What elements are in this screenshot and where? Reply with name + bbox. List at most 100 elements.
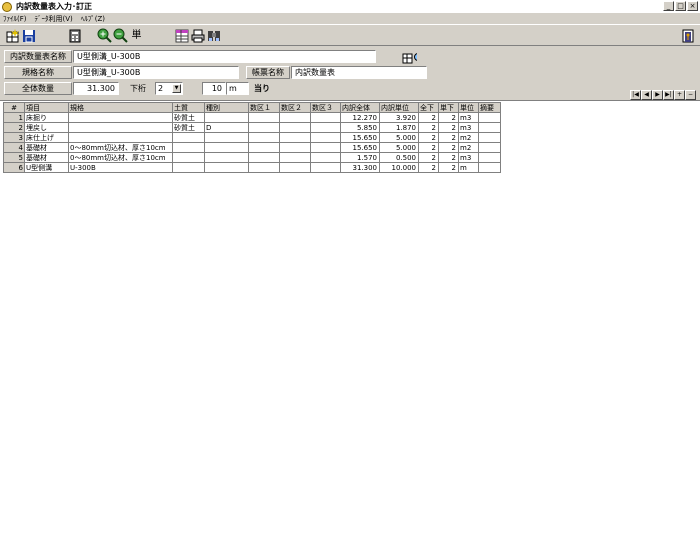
col-header-item[interactable]: 項目 <box>24 102 69 113</box>
first-record-button[interactable]: |◀ <box>630 90 641 100</box>
cell-class3[interactable] <box>310 132 341 143</box>
col-header-total-decimal[interactable]: 全下 <box>418 102 439 113</box>
cell-unit[interactable]: m3 <box>458 112 479 123</box>
col-header-class1[interactable]: 数区１ <box>248 102 280 113</box>
cell-class1[interactable] <box>248 142 280 153</box>
cell-unit-decimal[interactable]: 2 <box>438 112 459 123</box>
cell-class1[interactable] <box>248 162 280 173</box>
new-table-icon[interactable] <box>5 28 20 43</box>
cell-kind[interactable] <box>204 162 249 173</box>
cell-item[interactable]: 床仕上げ <box>24 132 69 143</box>
row-number[interactable]: 4 <box>3 142 25 153</box>
cell-unit[interactable]: m3 <box>458 122 479 133</box>
cell-kind[interactable] <box>204 112 249 123</box>
exit-door-icon[interactable] <box>680 28 695 43</box>
calculator-icon[interactable] <box>67 28 82 43</box>
cell-class1[interactable] <box>248 132 280 143</box>
row-number[interactable]: 1 <box>3 112 25 123</box>
cell-unit-qty[interactable]: 0.500 <box>379 152 419 163</box>
cell-note[interactable] <box>478 132 501 143</box>
cell-soil[interactable]: 砂質土 <box>172 122 205 133</box>
spec-name-field[interactable]: U型側溝_U-300B <box>73 66 239 79</box>
cell-total-decimal[interactable]: 2 <box>418 162 439 173</box>
cell-unit[interactable]: m2 <box>458 132 479 143</box>
maximize-button[interactable]: □ <box>675 1 686 11</box>
cell-note[interactable] <box>478 112 501 123</box>
cell-note[interactable] <box>478 122 501 133</box>
row-number[interactable]: 6 <box>3 162 25 173</box>
cell-class3[interactable] <box>310 162 341 173</box>
col-header-spec[interactable]: 規格 <box>68 102 173 113</box>
table-row[interactable]: 4 基礎材 0～80mm切込材、厚さ10cm 15.650 5.000 2 2 … <box>3 142 501 153</box>
minimize-button[interactable]: _ <box>663 1 674 11</box>
cell-unit-decimal[interactable]: 2 <box>438 122 459 133</box>
cell-item[interactable]: U型側溝 <box>24 162 69 173</box>
table-row[interactable]: 3 床仕上げ 15.650 5.000 2 2 m2 <box>3 132 501 143</box>
cell-item[interactable]: 床掘り <box>24 112 69 123</box>
cell-note[interactable] <box>478 142 501 153</box>
col-header-unit-decimal[interactable]: 単下 <box>438 102 459 113</box>
cell-unit-decimal[interactable]: 2 <box>438 132 459 143</box>
table-row[interactable]: 5 基礎材 0～80mm切込材、厚さ10cm 1.570 0.500 2 2 m… <box>3 152 501 163</box>
cell-class3[interactable] <box>310 142 341 153</box>
col-header-unit[interactable]: 単位 <box>458 102 479 113</box>
cell-total[interactable]: 12.270 <box>340 112 380 123</box>
zoom-out-icon[interactable] <box>113 28 128 43</box>
col-header-note[interactable]: 摘要 <box>478 102 501 113</box>
form-name-field[interactable]: 内訳数量表 <box>291 66 427 79</box>
prev-record-button[interactable]: ◀ <box>641 90 652 100</box>
cell-unit-decimal[interactable]: 2 <box>438 152 459 163</box>
cell-class2[interactable] <box>279 152 311 163</box>
add-record-button[interactable]: + <box>674 90 685 100</box>
table-row[interactable]: 6 U型側溝 U-300B 31.300 10.000 2 2 m <box>3 162 501 173</box>
cell-total-decimal[interactable]: 2 <box>418 132 439 143</box>
cell-class3[interactable] <box>310 152 341 163</box>
delete-record-button[interactable]: − <box>685 90 696 100</box>
binoculars-icon[interactable] <box>206 28 221 43</box>
cell-unit-decimal[interactable]: 2 <box>438 142 459 153</box>
close-button[interactable]: × <box>687 1 698 11</box>
col-header-class2[interactable]: 数区２ <box>279 102 311 113</box>
cell-total-decimal[interactable]: 2 <box>418 112 439 123</box>
col-header-soil[interactable]: 土質 <box>172 102 205 113</box>
menu-file[interactable]: ﾌｧｲﾙ(F) <box>3 14 27 24</box>
table-name-field[interactable]: U型側溝_U-300B <box>73 50 376 63</box>
col-header-number[interactable]: # <box>3 102 25 113</box>
next-record-button[interactable]: ▶ <box>652 90 663 100</box>
last-record-button[interactable]: ▶| <box>663 90 674 100</box>
cell-soil[interactable] <box>172 162 205 173</box>
cell-unit-qty[interactable]: 3.920 <box>379 112 419 123</box>
cell-spec[interactable]: 0～80mm切込材、厚さ10cm <box>68 142 173 153</box>
col-header-class3[interactable]: 数区３ <box>310 102 341 113</box>
cell-spec[interactable] <box>68 112 173 123</box>
row-number[interactable]: 3 <box>3 132 25 143</box>
cell-class1[interactable] <box>248 112 280 123</box>
cell-class2[interactable] <box>279 162 311 173</box>
table-search-icon[interactable] <box>402 50 417 65</box>
cell-item[interactable]: 埋戻し <box>24 122 69 133</box>
col-header-unit-qty[interactable]: 内訳単位 <box>379 102 419 113</box>
cell-unit[interactable]: m <box>458 162 479 173</box>
cell-total[interactable]: 31.300 <box>340 162 380 173</box>
cell-unit[interactable]: m2 <box>458 142 479 153</box>
cell-note[interactable] <box>478 162 501 173</box>
cell-soil[interactable] <box>172 142 205 153</box>
cell-soil[interactable]: 砂質土 <box>172 112 205 123</box>
cell-unit-qty[interactable]: 10.000 <box>379 162 419 173</box>
col-header-total[interactable]: 内訳全体 <box>340 102 380 113</box>
total-quantity-field[interactable]: 31.300 <box>73 82 119 95</box>
cell-spec[interactable] <box>68 132 173 143</box>
table-row[interactable]: 1 床掘り 砂質土 12.270 3.920 2 2 m3 <box>3 112 501 123</box>
cell-unit-qty[interactable]: 5.000 <box>379 142 419 153</box>
cell-kind[interactable]: D <box>204 122 249 133</box>
cell-kind[interactable] <box>204 132 249 143</box>
per-unit-field[interactable]: m <box>226 82 249 95</box>
row-number[interactable]: 2 <box>3 122 25 133</box>
cell-class1[interactable] <box>248 122 280 133</box>
table-row[interactable]: 2 埋戻し 砂質土 D 5.850 1.870 2 2 m3 <box>3 122 501 133</box>
cell-kind[interactable] <box>204 152 249 163</box>
cell-item[interactable]: 基礎材 <box>24 152 69 163</box>
cell-total-decimal[interactable]: 2 <box>418 122 439 133</box>
cell-spec[interactable] <box>68 122 173 133</box>
cell-class2[interactable] <box>279 132 311 143</box>
